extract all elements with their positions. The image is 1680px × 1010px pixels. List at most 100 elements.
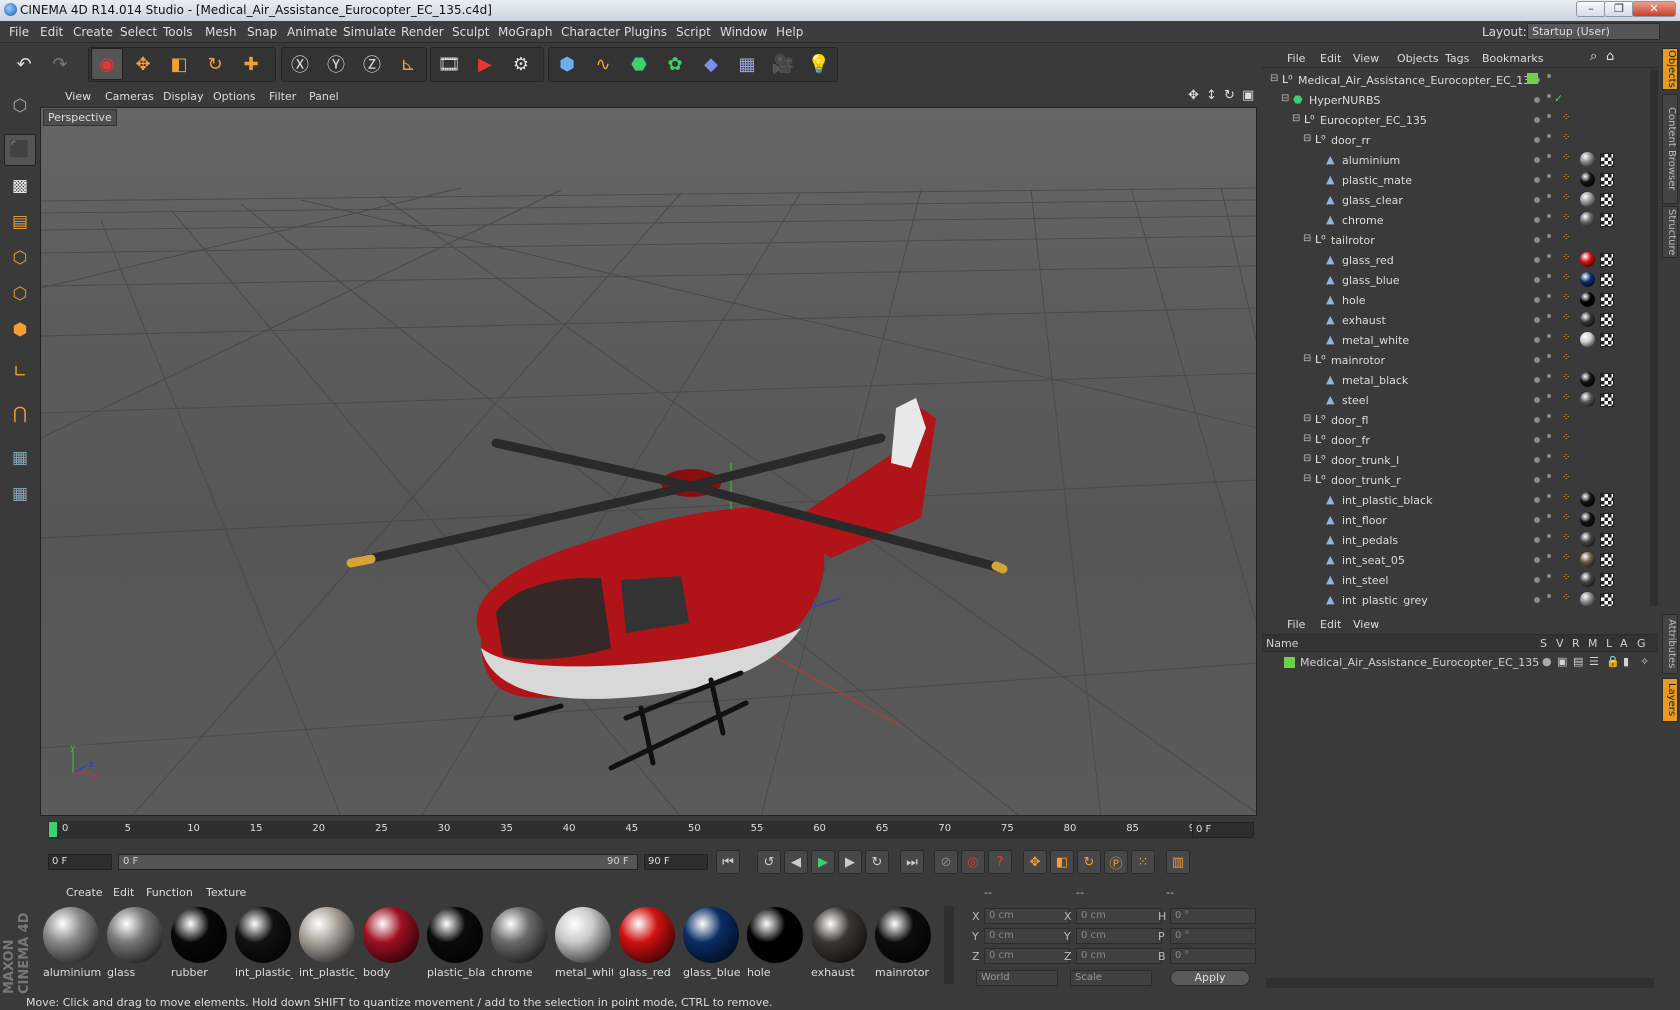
uvw-tag-icon[interactable] xyxy=(1600,553,1614,567)
editor-visibility-dot[interactable] xyxy=(1534,537,1540,543)
spline-icon[interactable]: ∿ xyxy=(587,48,619,80)
editor-visibility-dot[interactable] xyxy=(1534,137,1540,143)
texture-mode-icon[interactable]: ▩ xyxy=(4,170,36,202)
editor-visibility-dot[interactable] xyxy=(1534,597,1540,603)
layer-row[interactable]: Medical_Air_Assistance_Eurocopter_EC_135… xyxy=(1262,654,1658,672)
apply-button[interactable]: Apply xyxy=(1170,970,1250,986)
viewport-menu-filter[interactable]: Filter xyxy=(269,90,296,103)
editor-visibility-dot[interactable] xyxy=(1534,97,1540,103)
menu-tools[interactable]: Tools xyxy=(163,25,193,39)
editor-visibility-dot[interactable] xyxy=(1534,497,1540,503)
phong-tag-icon[interactable]: ⁘ xyxy=(1562,452,1570,463)
material-tag-icon[interactable] xyxy=(1580,292,1595,307)
material-tag-icon[interactable] xyxy=(1580,572,1595,587)
expand-toggle-icon[interactable]: ⊟ xyxy=(1281,93,1289,104)
layer-color-tag[interactable] xyxy=(1527,73,1538,84)
autokey-icon[interactable]: ◎ xyxy=(961,850,985,874)
uvw-tag-icon[interactable] xyxy=(1600,213,1614,227)
uvw-tag-icon[interactable] xyxy=(1600,533,1614,547)
material-menu-texture[interactable]: Texture xyxy=(206,886,246,899)
close-button[interactable]: ✕ xyxy=(1632,1,1676,17)
phong-tag-icon[interactable]: ⁘ xyxy=(1562,192,1570,203)
timeline-current-frame-marker[interactable] xyxy=(49,822,57,837)
coordinate-system-icon[interactable]: ⊾ xyxy=(392,48,424,80)
snap-magnet-icon[interactable]: ⋂ xyxy=(4,398,36,430)
layer-lock-icon[interactable]: 🔒 xyxy=(1606,655,1620,668)
phong-tag-icon[interactable]: ⁘ xyxy=(1562,312,1570,323)
render-visibility-dot[interactable] xyxy=(1547,254,1551,258)
viewport-menu-display[interactable]: Display xyxy=(163,90,204,103)
material-swatch[interactable]: chrome xyxy=(489,905,549,983)
editor-visibility-dot[interactable] xyxy=(1534,297,1540,303)
render-visibility-dot[interactable] xyxy=(1547,554,1551,558)
move-icon[interactable]: ✥ xyxy=(127,48,159,80)
layer-color-swatch[interactable] xyxy=(1284,657,1295,668)
pan-view-icon[interactable]: ✥ xyxy=(1188,88,1199,103)
editor-visibility-dot[interactable] xyxy=(1534,437,1540,443)
uvw-tag-icon[interactable] xyxy=(1600,573,1614,587)
uvw-tag-icon[interactable] xyxy=(1600,153,1614,167)
render-visibility-dot[interactable] xyxy=(1547,434,1551,438)
uvw-tag-icon[interactable] xyxy=(1600,313,1614,327)
render-picture-viewer-icon[interactable]: ▶ xyxy=(469,48,501,80)
nurbs-icon[interactable]: ⬣ xyxy=(623,48,655,80)
material-swatch[interactable]: glass_red xyxy=(617,905,677,983)
object-row[interactable]: ▲ int_plastic_black ⁘ xyxy=(1262,490,1650,510)
key-scale-icon[interactable]: ◧ xyxy=(1050,850,1074,874)
material-scrollbar[interactable] xyxy=(944,906,954,984)
polygons-mode-icon[interactable]: ⬢ xyxy=(4,314,36,346)
phong-tag-icon[interactable]: ⁘ xyxy=(1562,412,1570,423)
object-row[interactable]: ▲ chrome ⁘ xyxy=(1262,210,1650,230)
object-row[interactable]: ⊟ L⁰ door_trunk_r ⁘ xyxy=(1262,470,1650,490)
size-x-field[interactable]: 0 cm xyxy=(1076,908,1162,924)
axis-mode-icon[interactable]: ∟ xyxy=(4,356,36,388)
menu-plugins[interactable]: Plugins xyxy=(624,25,667,39)
expand-toggle-icon[interactable]: ⊟ xyxy=(1270,73,1278,84)
redo-icon[interactable]: ↷ xyxy=(44,48,76,80)
menu-snap[interactable]: Snap xyxy=(247,25,277,39)
material-tag-icon[interactable] xyxy=(1580,212,1595,227)
object-row[interactable]: ⊟ L⁰ Eurocopter_EC_135 ⁘ xyxy=(1262,110,1650,130)
position-z-field[interactable]: 0 cm xyxy=(984,948,1070,964)
phong-tag-icon[interactable]: ⁘ xyxy=(1562,332,1570,343)
object-row[interactable]: ⊟ L⁰ door_rr ⁘ xyxy=(1262,130,1650,150)
layer-menu-file[interactable]: File xyxy=(1287,618,1305,631)
keyframe-selection-icon[interactable]: ? xyxy=(988,850,1012,874)
material-tag-icon[interactable] xyxy=(1580,172,1595,187)
render-settings-icon[interactable]: ⚙ xyxy=(505,48,537,80)
coordinate-space-select[interactable]: World xyxy=(976,970,1058,986)
tab-objects[interactable]: Objects xyxy=(1662,48,1678,90)
editor-visibility-dot[interactable] xyxy=(1534,257,1540,263)
material-swatch[interactable]: glass xyxy=(105,905,165,983)
material-tag-icon[interactable] xyxy=(1580,192,1595,207)
material-tag-icon[interactable] xyxy=(1580,332,1595,347)
render-visibility-dot[interactable] xyxy=(1547,134,1551,138)
render-visibility-dot[interactable] xyxy=(1547,314,1551,318)
menu-sculpt[interactable]: Sculpt xyxy=(452,25,489,39)
editor-visibility-dot[interactable] xyxy=(1534,237,1540,243)
phong-tag-icon[interactable]: ⁘ xyxy=(1562,532,1570,543)
perspective-viewport[interactable]: Perspective y z x xyxy=(40,107,1257,816)
menu-edit[interactable]: Edit xyxy=(40,25,63,39)
undo-icon[interactable]: ↶ xyxy=(8,48,40,80)
uvw-tag-icon[interactable] xyxy=(1600,493,1614,507)
layer-view-icon[interactable]: ▣ xyxy=(1557,655,1567,668)
menu-mesh[interactable]: Mesh xyxy=(205,25,237,39)
phong-tag-icon[interactable]: ⁘ xyxy=(1562,352,1570,363)
object-row[interactable]: ▲ metal_white ⁘ xyxy=(1262,330,1650,350)
menu-simulate[interactable]: Simulate xyxy=(343,25,396,39)
editor-visibility-dot[interactable] xyxy=(1534,197,1540,203)
tab-layers[interactable]: Layers xyxy=(1662,678,1678,722)
material-swatch[interactable]: body xyxy=(361,905,421,983)
enabled-check-icon[interactable]: ✓ xyxy=(1554,92,1563,105)
menu-select[interactable]: Select xyxy=(120,25,157,39)
tab-attributes[interactable]: Attributes xyxy=(1662,614,1678,674)
expand-toggle-icon[interactable]: ⊟ xyxy=(1303,413,1311,424)
locked-workplane-icon[interactable]: ▦ xyxy=(4,442,36,474)
material-menu-function[interactable]: Function xyxy=(146,886,193,899)
object-menu-tags[interactable]: Tags xyxy=(1445,52,1469,65)
editor-visibility-dot[interactable] xyxy=(1534,557,1540,563)
x-axis-icon[interactable]: Ⓧ xyxy=(284,48,316,80)
material-tag-icon[interactable] xyxy=(1580,152,1595,167)
object-row[interactable]: ▲ glass_clear ⁘ xyxy=(1262,190,1650,210)
